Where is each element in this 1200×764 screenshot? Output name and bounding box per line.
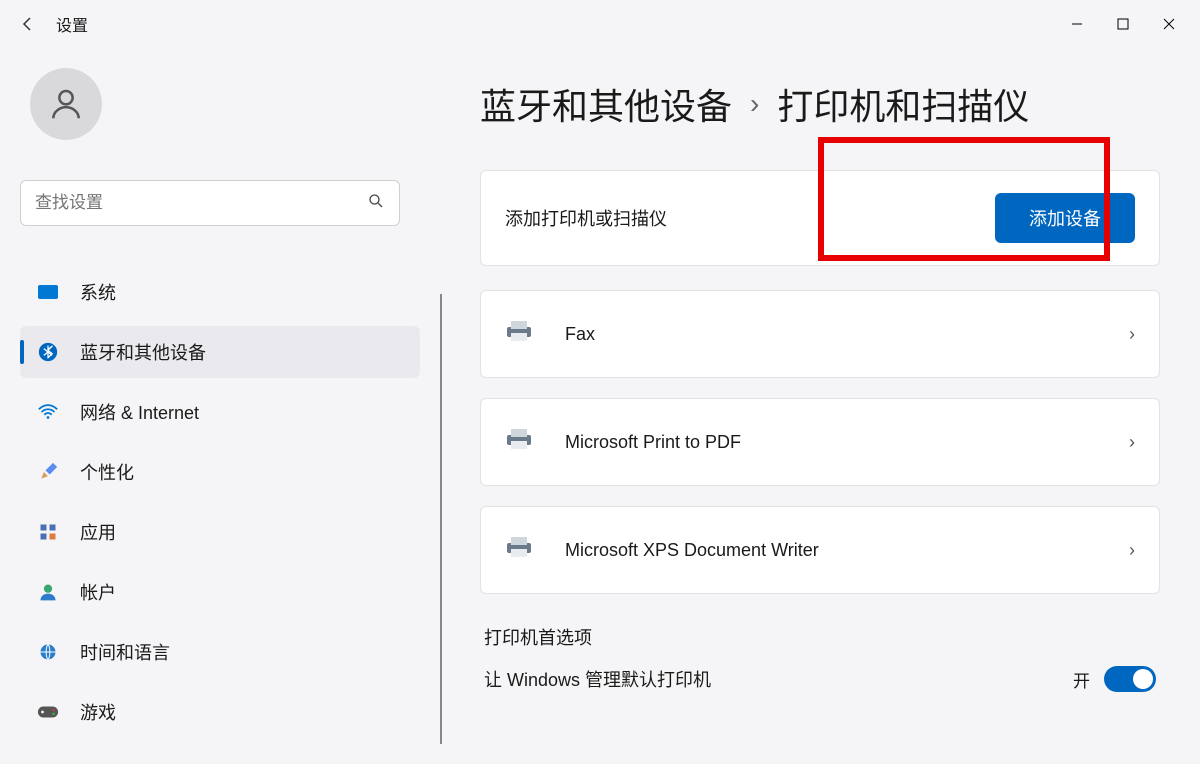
search-input-container[interactable]: [20, 180, 400, 226]
nav-list: 系统 蓝牙和其他设备 网络 & Internet 个性化: [20, 266, 420, 738]
add-device-button[interactable]: 添加设备: [995, 193, 1135, 243]
search-icon: [367, 192, 385, 215]
sidebar-item-label: 应用: [80, 519, 116, 545]
sidebar-item-label: 系统: [80, 279, 116, 305]
bluetooth-icon: [36, 340, 60, 364]
default-printer-row: 让 Windows 管理默认打印机 开: [480, 666, 1160, 692]
default-printer-label: 让 Windows 管理默认打印机: [484, 666, 711, 692]
chevron-right-icon: ›: [1129, 324, 1135, 345]
sidebar-item-personalization[interactable]: 个性化: [20, 446, 420, 498]
close-button[interactable]: [1146, 8, 1192, 40]
default-printer-toggle[interactable]: [1104, 666, 1156, 692]
chevron-right-icon: ›: [750, 88, 759, 120]
sidebar-item-label: 蓝牙和其他设备: [80, 339, 206, 365]
sidebar-item-network[interactable]: 网络 & Internet: [20, 386, 420, 438]
back-button[interactable]: [8, 4, 48, 44]
sidebar-item-apps[interactable]: 应用: [20, 506, 420, 558]
add-printer-card: 添加打印机或扫描仪 添加设备: [480, 170, 1160, 266]
sidebar-item-label: 个性化: [80, 459, 134, 485]
breadcrumb-parent[interactable]: 蓝牙和其他设备: [480, 78, 732, 130]
sidebar-item-system[interactable]: 系统: [20, 266, 420, 318]
main-content: 蓝牙和其他设备 › 打印机和扫描仪 添加打印机或扫描仪 添加设备 Fax › M…: [420, 48, 1200, 764]
sidebar: 系统 蓝牙和其他设备 网络 & Internet 个性化: [0, 48, 420, 764]
printer-item-xps[interactable]: Microsoft XPS Document Writer ›: [480, 506, 1160, 594]
monitor-icon: [36, 280, 60, 304]
breadcrumb: 蓝牙和其他设备 › 打印机和扫描仪: [480, 78, 1160, 130]
printer-icon: [505, 427, 535, 457]
search-input[interactable]: [35, 193, 367, 213]
globe-icon: [36, 640, 60, 664]
printer-name: Fax: [565, 324, 595, 345]
printer-icon: [505, 535, 535, 565]
toggle-state-text: 开: [1073, 667, 1090, 692]
user-icon: [36, 580, 60, 604]
sidebar-item-time-language[interactable]: 时间和语言: [20, 626, 420, 678]
printer-prefs-title: 打印机首选项: [484, 624, 1160, 650]
add-printer-label: 添加打印机或扫描仪: [505, 205, 667, 231]
sidebar-item-label: 游戏: [80, 699, 116, 725]
sidebar-item-bluetooth[interactable]: 蓝牙和其他设备: [20, 326, 420, 378]
breadcrumb-current: 打印机和扫描仪: [777, 78, 1029, 130]
sidebar-item-label: 帐户: [80, 579, 116, 605]
minimize-button[interactable]: [1054, 8, 1100, 40]
maximize-button[interactable]: [1100, 8, 1146, 40]
apps-icon: [36, 520, 60, 544]
brush-icon: [36, 460, 60, 484]
printer-name: Microsoft XPS Document Writer: [565, 540, 819, 561]
chevron-right-icon: ›: [1129, 432, 1135, 453]
printer-item-fax[interactable]: Fax ›: [480, 290, 1160, 378]
printer-item-pdf[interactable]: Microsoft Print to PDF ›: [480, 398, 1160, 486]
avatar[interactable]: [30, 68, 102, 140]
gamepad-icon: [36, 700, 60, 724]
printer-name: Microsoft Print to PDF: [565, 432, 741, 453]
sidebar-item-label: 时间和语言: [80, 639, 170, 665]
chevron-right-icon: ›: [1129, 540, 1135, 561]
sidebar-item-accounts[interactable]: 帐户: [20, 566, 420, 618]
printer-icon: [505, 319, 535, 349]
sidebar-item-gaming[interactable]: 游戏: [20, 686, 420, 738]
wifi-icon: [36, 400, 60, 424]
sidebar-item-label: 网络 & Internet: [80, 399, 199, 425]
window-title: 设置: [56, 12, 88, 36]
